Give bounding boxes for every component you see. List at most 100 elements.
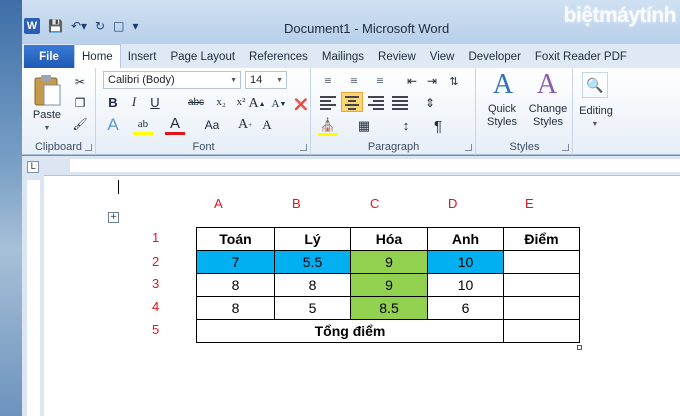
subscript-button[interactable]: x₂	[211, 92, 231, 112]
table-cell[interactable]	[503, 296, 580, 320]
table-resize-handle[interactable]	[577, 345, 582, 350]
customize-qat-icon[interactable]: ▾	[132, 19, 138, 33]
tab-foxit-reader-pdf[interactable]: Foxit Reader PDF	[528, 46, 634, 68]
header-cell[interactable]: Anh	[427, 227, 504, 251]
tab-file[interactable]: File	[24, 45, 74, 68]
strikethrough-button[interactable]: abc	[183, 92, 209, 112]
font-size-select[interactable]: 14 ▼	[245, 71, 287, 89]
editing-dropdown-icon[interactable]: ▼	[590, 120, 600, 128]
header-cell[interactable]: Hóa	[350, 227, 428, 251]
copy-icon[interactable]: ❐	[72, 95, 88, 111]
word-logo-icon[interactable]: W	[24, 18, 40, 34]
italic-button[interactable]: I	[124, 92, 144, 112]
quick-styles-label-2[interactable]: Styles	[479, 115, 525, 128]
vertical-ruler[interactable]	[22, 180, 44, 416]
align-right-icon[interactable]	[368, 95, 384, 110]
font-launcher-icon[interactable]	[300, 144, 307, 151]
table-cell[interactable]: 9	[350, 273, 428, 297]
header-cell[interactable]: Toán	[196, 227, 275, 251]
show-formatting-marks-button[interactable]: ¶	[428, 116, 448, 136]
tab-insert[interactable]: Insert	[121, 46, 164, 68]
font-color-icon[interactable]: A	[165, 115, 185, 135]
grade-table[interactable]: Toán Lý Hóa Anh Điểm 7 5.5 9 10 8 8 9 10…	[196, 227, 580, 343]
quick-styles-label-1[interactable]: Quick	[479, 102, 525, 115]
paste-dropdown-icon[interactable]: ▼	[42, 124, 52, 132]
table-cell[interactable]: 9	[350, 250, 428, 274]
numbering-icon[interactable]: ≡	[344, 71, 364, 91]
paste-button[interactable]: Paste	[28, 108, 66, 122]
window-title: Document1 - Microsoft Word	[284, 21, 450, 36]
save-icon[interactable]: 💾	[48, 19, 63, 33]
table-cell[interactable]: 7	[196, 250, 275, 274]
header-cell[interactable]: Lý	[274, 227, 351, 251]
superscript-button[interactable]: x²	[231, 92, 251, 112]
column-letter-e: E	[525, 196, 534, 211]
tab-developer[interactable]: Developer	[461, 46, 527, 68]
shrink-font-button[interactable]: A ▼	[269, 94, 289, 114]
redo-icon[interactable]: ↻	[95, 19, 105, 33]
table-cell[interactable]	[503, 273, 580, 297]
borders-icon[interactable]: ▦	[354, 116, 374, 136]
table-cell[interactable]: 8	[196, 273, 275, 297]
table-cell[interactable]	[503, 250, 580, 274]
horizontal-ruler[interactable]	[44, 156, 680, 176]
row-number-4: 4	[152, 299, 160, 314]
font-name-select[interactable]: Calibri (Body) ▼	[103, 71, 241, 89]
tab-references[interactable]: References	[242, 46, 315, 68]
justify-icon[interactable]	[392, 95, 408, 110]
sort-icon[interactable]: ⇅	[444, 71, 464, 91]
tab-home[interactable]: Home	[74, 44, 121, 68]
phonetic-guide-icon[interactable]: A	[257, 115, 277, 135]
column-letter-b: B	[292, 196, 301, 211]
sort-az-icon[interactable]: ↕	[396, 116, 416, 136]
tab-selector[interactable]: L	[22, 156, 44, 180]
align-left-icon[interactable]	[320, 95, 336, 110]
paragraph-launcher-icon[interactable]	[465, 144, 472, 151]
total-value-cell[interactable]	[503, 319, 580, 343]
table-cell[interactable]: 5.5	[274, 250, 351, 274]
font-grow-icon[interactable]: A +	[235, 115, 255, 135]
tab-review[interactable]: Review	[371, 46, 423, 68]
shading-icon[interactable]: ⛪	[318, 116, 338, 136]
find-icon[interactable]: 🔍	[582, 72, 608, 98]
new-document-icon[interactable]: □	[113, 19, 124, 33]
table-cell[interactable]: 8	[274, 273, 351, 297]
tab-page-layout[interactable]: Page Layout	[163, 46, 242, 68]
total-label-cell[interactable]: Tổng điểm	[196, 319, 504, 343]
header-cell[interactable]: Điểm	[503, 227, 580, 251]
bullets-icon[interactable]: ≡	[318, 71, 338, 91]
clear-formatting-icon[interactable]: ❌	[291, 94, 311, 114]
text-effects-icon[interactable]: A	[103, 115, 123, 135]
table-cell[interactable]: 10	[427, 273, 504, 297]
cut-icon[interactable]: ✂	[72, 74, 88, 90]
editing-button[interactable]: Editing	[574, 104, 618, 118]
undo-icon[interactable]: ↶▾	[71, 19, 87, 33]
column-letter-a: A	[214, 196, 223, 211]
format-painter-icon[interactable]: 🖌	[72, 116, 88, 132]
change-case-button[interactable]: Aa	[199, 115, 225, 135]
change-styles-label-1[interactable]: Change	[523, 102, 573, 115]
paste-icon[interactable]	[30, 72, 64, 108]
multilevel-list-icon[interactable]: ≡	[370, 71, 390, 91]
increase-indent-icon[interactable]: ⇥	[422, 71, 442, 91]
underline-button[interactable]: U	[145, 92, 165, 112]
change-styles-icon[interactable]: A	[527, 69, 567, 100]
change-styles-label-2[interactable]: Styles	[523, 115, 573, 128]
table-cell[interactable]: 6	[427, 296, 504, 320]
table-cell[interactable]: 8	[196, 296, 275, 320]
table-cell[interactable]: 10	[427, 250, 504, 274]
table-cell[interactable]: 5	[274, 296, 351, 320]
quick-styles-icon[interactable]: A	[483, 69, 523, 100]
highlight-icon[interactable]: ab	[133, 115, 153, 135]
text-cursor	[118, 180, 119, 194]
clipboard-launcher-icon[interactable]	[85, 144, 92, 151]
align-center-icon[interactable]	[341, 92, 363, 112]
line-spacing-icon[interactable]: ⇕	[420, 93, 440, 113]
styles-launcher-icon[interactable]	[562, 144, 569, 151]
table-move-handle-icon[interactable]: +	[108, 212, 119, 223]
table-cell[interactable]: 8.5	[350, 296, 428, 320]
tab-view[interactable]: View	[423, 46, 462, 68]
bold-button[interactable]: B	[103, 92, 123, 112]
decrease-indent-icon[interactable]: ⇤	[402, 71, 422, 91]
tab-mailings[interactable]: Mailings	[315, 46, 371, 68]
